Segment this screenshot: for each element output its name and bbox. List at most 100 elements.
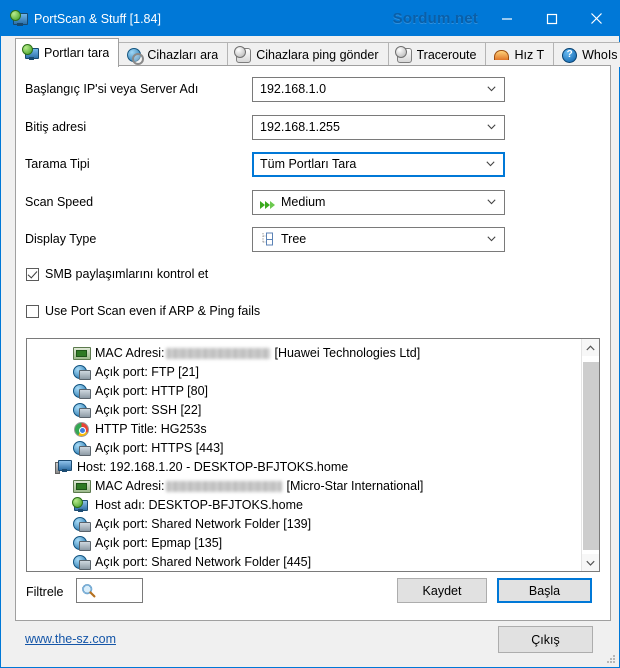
tab-label: WhoIs (582, 48, 618, 62)
list-item[interactable]: Açık port: Epmap [135] (27, 533, 582, 552)
tab-traceroute[interactable]: Traceroute (387, 42, 487, 67)
tab-port-scan[interactable]: Portları tara (15, 38, 120, 67)
open-port-icon (73, 364, 91, 380)
list-item[interactable]: Host adı: DESKTOP-BFJTOKS.home (27, 495, 582, 514)
list-item-label: Host: 192.168.1.20 - DESKTOP-BFJTOKS.hom… (77, 459, 349, 474)
hostname-icon (72, 497, 90, 512)
help-circle-icon: ? (561, 47, 578, 63)
tab-whois[interactable]: ? WhoIs (553, 42, 620, 67)
tab-label: Portları tara (44, 46, 110, 60)
list-item[interactable]: MAC Adresi: [Micro-Star International] (27, 476, 582, 495)
arp-fallback-label: Use Port Scan even if ARP & Ping fails (45, 304, 261, 318)
list-item-label: HTTP Title: HG253s (95, 421, 207, 436)
title-bar: PortScan & Stuff [1.84] Sordum.net (1, 1, 619, 36)
scroll-down-button[interactable] (582, 554, 599, 571)
tab-find-devices[interactable]: Cihazları ara (118, 42, 229, 67)
scrollbar-track[interactable] (582, 356, 599, 554)
tab-label: Cihazları ara (147, 48, 219, 62)
open-port-icon (73, 440, 91, 456)
tab-label: Hız T (514, 48, 545, 62)
end-ip-label: Bitiş adresi (25, 120, 87, 134)
end-ip-combobox[interactable]: 192.168.1.255 (252, 114, 505, 140)
list-item-label: Açık port: Shared Network Folder [139] (95, 516, 312, 531)
smb-checkbox-label: SMB paylaşımlarını kontrol et (45, 267, 209, 281)
row-scan-type: Tarama Tipi Tüm Portları Tara (16, 151, 610, 177)
row-display-type: Display Type Tree (16, 226, 610, 252)
list-item-prefix: MAC Adresi: (95, 345, 165, 360)
search-icon (81, 583, 96, 598)
list-item[interactable]: Host: 192.168.1.20 - DESKTOP-BFJTOKS.hom… (27, 457, 582, 476)
exit-button[interactable]: Çıkış (498, 626, 593, 653)
monitor-globe-icon (22, 44, 39, 61)
minimize-button[interactable] (484, 1, 529, 36)
app-window: PortScan & Stuff [1.84] Sordum.net Portl… (0, 0, 620, 668)
arp-fallback-checkbox[interactable] (26, 304, 39, 318)
list-item[interactable]: Açık port: Shared Network Folder [139] (27, 514, 582, 533)
list-item-prefix: MAC Adresi: (95, 478, 165, 493)
scan-speed-combobox[interactable]: Medium (252, 189, 505, 215)
filter-input[interactable] (76, 578, 143, 603)
smb-check-row[interactable]: SMB paylaşımlarını kontrol et (26, 267, 208, 281)
display-type-value: Tree (281, 232, 307, 246)
list-item-label: Açık port: FTP [21] (95, 364, 199, 379)
start-ip-combobox[interactable]: 192.168.1.0 (252, 76, 505, 102)
row-end-ip: Bitiş adresi 192.168.1.255 (16, 114, 610, 140)
list-item-suffix: [Micro-Star International] (286, 478, 424, 493)
open-port-icon (73, 402, 91, 418)
open-port-icon (73, 535, 91, 551)
chevron-down-icon (487, 236, 496, 242)
tab-label: Cihazlara ping gönder (256, 48, 379, 62)
open-port-icon (73, 554, 91, 570)
close-button[interactable] (574, 1, 619, 36)
start-button[interactable]: Başla (497, 578, 592, 603)
tree-icon (260, 232, 276, 246)
gauge-icon (493, 47, 510, 63)
scroll-up-button[interactable] (582, 339, 599, 356)
scan-type-label: Tarama Tipi (25, 157, 90, 171)
globe-magnifier-icon (126, 47, 145, 65)
list-item[interactable]: Açık port: HTTPS [443] (27, 438, 582, 457)
results-rows: MAC Adresi: [Huawei Technologies Ltd] Aç… (27, 339, 582, 571)
list-item-label: Açık port: SSH [22] (95, 402, 202, 417)
scan-speed-label: Scan Speed (25, 195, 94, 209)
clock-route-icon (394, 46, 412, 63)
smb-checkbox[interactable] (26, 267, 39, 281)
browser-icon (73, 421, 90, 437)
results-list[interactable]: MAC Adresi: [Huawei Technologies Ltd] Aç… (26, 338, 600, 572)
save-button[interactable]: Kaydet (397, 578, 487, 603)
list-item-label: Açık port: HTTP [80] (95, 383, 209, 398)
list-item[interactable]: Açık port: SSH [22] (27, 400, 582, 419)
tab-page-port-scan: Başlangıç IP'si veya Server Adı 192.168.… (15, 65, 611, 621)
display-type-combobox[interactable]: Tree (252, 226, 505, 252)
open-port-icon (73, 516, 91, 532)
tab-label: Traceroute (416, 48, 477, 62)
host-icon (55, 459, 72, 474)
maximize-button[interactable] (529, 1, 574, 36)
list-item[interactable]: Açık port: Shared Network Folder [445] (27, 552, 582, 571)
arp-fallback-row[interactable]: Use Port Scan even if ARP & Ping fails (26, 304, 260, 318)
window-title: PortScan & Stuff [1.84] (34, 11, 161, 26)
results-vertical-scrollbar[interactable] (581, 339, 599, 571)
app-icon (10, 10, 28, 27)
tab-speed-test[interactable]: Hız T (485, 42, 555, 67)
scrollbar-thumb[interactable] (583, 362, 599, 550)
clock-ping-icon (234, 46, 252, 63)
list-item[interactable]: HTTP Title: HG253s (27, 419, 582, 438)
fast-forward-icon (260, 195, 276, 209)
list-item-label: Açık port: Epmap [135] (95, 535, 223, 550)
list-item-label: Açık port: HTTPS [443] (95, 440, 224, 455)
website-link[interactable]: www.the-sz.com (25, 632, 116, 646)
tab-ping-devices[interactable]: Cihazlara ping gönder (227, 42, 389, 67)
list-item-label: Host adı: DESKTOP-BFJTOKS.home (95, 497, 303, 512)
scan-type-combobox[interactable]: Tüm Portları Tara (252, 151, 505, 177)
list-item[interactable]: MAC Adresi: [Huawei Technologies Ltd] (27, 343, 582, 362)
display-type-label: Display Type (25, 232, 97, 246)
chevron-down-icon (487, 86, 496, 92)
list-item[interactable]: Açık port: HTTP [80] (27, 381, 582, 400)
tab-strip: Portları tara Cihazları ara Cihazlara pi… (2, 36, 620, 67)
list-item[interactable]: Açık port: FTP [21] (27, 362, 582, 381)
resize-grip[interactable] (605, 653, 616, 664)
network-card-icon (73, 478, 91, 493)
chevron-down-icon (487, 199, 496, 205)
end-ip-value: 192.168.1.255 (260, 120, 340, 134)
